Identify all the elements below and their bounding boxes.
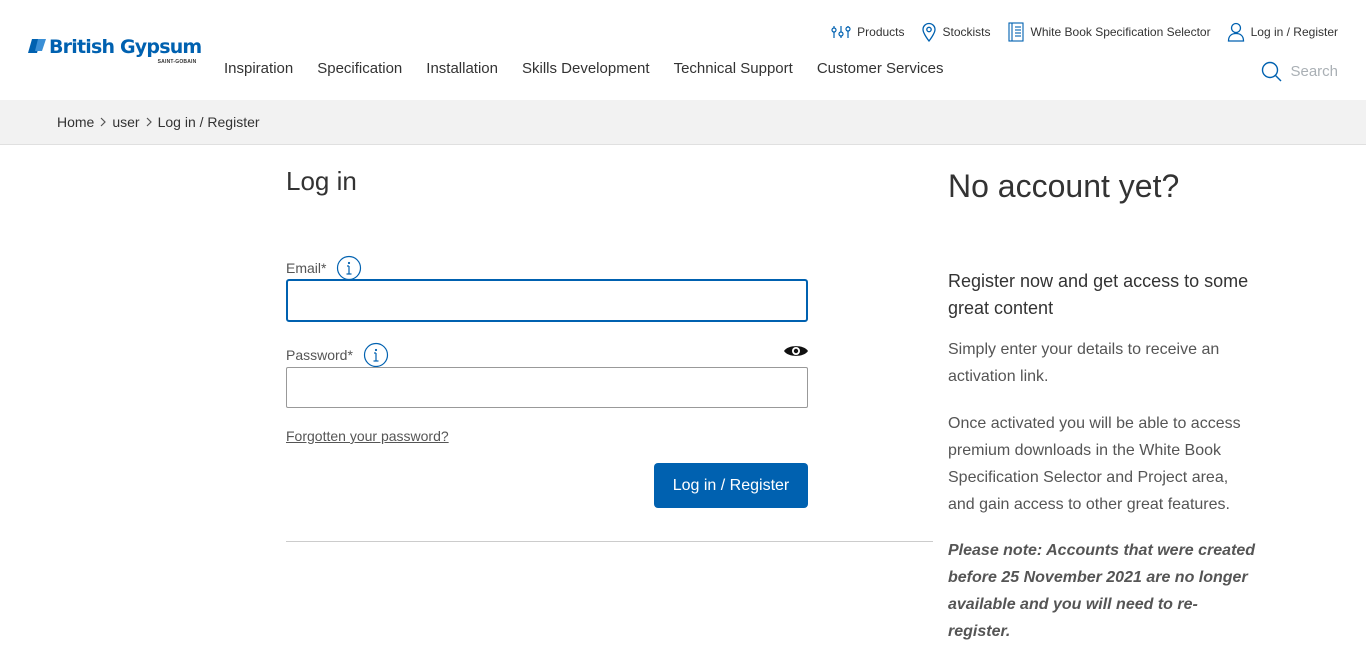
form-divider <box>286 541 933 542</box>
nav-item-inspiration[interactable]: Inspiration <box>224 60 293 80</box>
book-icon <box>1007 22 1024 42</box>
brand-name: British Gypsum <box>49 36 202 58</box>
utility-whitebook-link[interactable]: White Book Specification Selector <box>1007 22 1211 42</box>
nav-item-specification[interactable]: Specification <box>317 60 402 80</box>
nav-item-customer-services[interactable]: Customer Services <box>817 60 944 80</box>
search-box[interactable]: Search <box>1261 61 1338 82</box>
utility-products-link[interactable]: Products <box>831 25 905 39</box>
utility-stockists-label: Stockists <box>942 25 991 39</box>
register-title: No account yet? <box>948 168 1180 204</box>
show-password-eye-icon[interactable] <box>783 343 809 364</box>
breadcrumb: Home user Log in / Register <box>57 114 260 130</box>
utility-whitebook-label: White Book Specification Selector <box>1030 25 1211 39</box>
location-pin-icon <box>921 22 936 42</box>
utility-login-label: Log in / Register <box>1250 25 1338 39</box>
password-info-icon[interactable] <box>363 342 389 368</box>
utility-login-link[interactable]: Log in / Register <box>1227 22 1338 42</box>
user-icon <box>1227 22 1244 42</box>
email-info-icon[interactable] <box>336 255 362 281</box>
login-title: Log in <box>286 166 357 196</box>
brand-logo-text: British Gypsum SAINT-GOBAIN <box>49 36 202 65</box>
breadcrumb-user[interactable]: user <box>112 114 139 130</box>
search-placeholder[interactable]: Search <box>1290 63 1338 80</box>
password-field[interactable] <box>286 367 808 408</box>
search-icon[interactable] <box>1261 61 1282 82</box>
main-nav: Inspiration Specification Installation S… <box>224 60 968 80</box>
email-label: Email* <box>286 255 362 281</box>
breadcrumb-home[interactable]: Home <box>57 114 94 130</box>
login-register-button[interactable]: Log in / Register <box>654 463 808 508</box>
register-paragraph-1: Simply enter your details to receive an … <box>948 341 1220 385</box>
register-note: Please note: Accounts that were created … <box>948 542 1256 640</box>
register-paragraph-2: Once activated you will be able to acces… <box>948 415 1241 513</box>
site-header: British Gypsum SAINT-GOBAIN Products Sto… <box>0 0 1366 100</box>
brand-sub: SAINT-GOBAIN <box>157 59 197 65</box>
brand-logo[interactable]: British Gypsum SAINT-GOBAIN <box>28 36 204 66</box>
nav-item-technical-support[interactable]: Technical Support <box>674 60 793 80</box>
email-field[interactable] <box>286 279 808 322</box>
utility-stockists-link[interactable]: Stockists <box>921 22 991 42</box>
utility-nav: Products Stockists White Book Specificat… <box>815 22 1338 42</box>
password-label: Password* <box>286 342 389 368</box>
forgot-password-link[interactable]: Forgotten your password? <box>286 428 449 444</box>
chevron-right-icon <box>145 116 153 128</box>
nav-item-installation[interactable]: Installation <box>426 60 498 80</box>
products-icon <box>831 26 851 38</box>
register-panel: No account yet? Register now and get acc… <box>948 166 1258 645</box>
utility-products-label: Products <box>857 25 905 39</box>
brand-logo-mark-icon <box>28 39 46 53</box>
password-label-text: Password* <box>286 347 353 363</box>
nav-item-skills-development[interactable]: Skills Development <box>522 60 650 80</box>
breadcrumb-bar: Home user Log in / Register <box>0 100 1366 145</box>
breadcrumb-current: Log in / Register <box>157 114 260 130</box>
chevron-right-icon <box>99 116 107 128</box>
email-label-text: Email* <box>286 260 327 276</box>
register-subtitle: Register now and get access to some grea… <box>948 271 1249 318</box>
